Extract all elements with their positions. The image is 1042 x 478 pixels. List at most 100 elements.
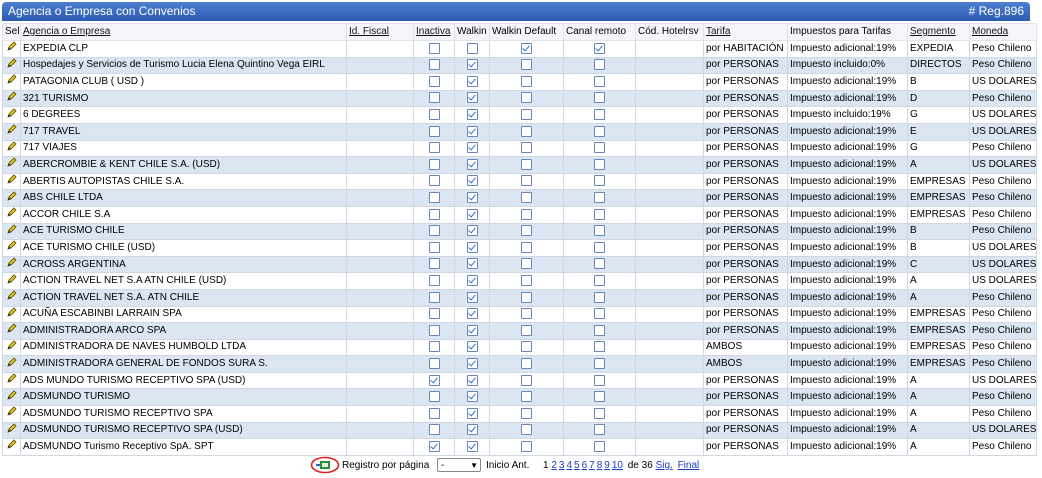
walkin-default-checkbox[interactable] <box>521 308 532 320</box>
select-cell[interactable] <box>2 405 21 423</box>
inactiva-checkbox[interactable] <box>428 125 440 137</box>
walkin-default-checkbox[interactable] <box>521 158 532 170</box>
walkin-default-checkbox[interactable] <box>521 75 532 87</box>
pencil-icon[interactable] <box>6 340 17 355</box>
walkin-default-checkbox[interactable] <box>521 142 532 154</box>
walkin-default-checkbox[interactable] <box>521 424 532 436</box>
table-row[interactable]: ABS CHILE LTDA por PERSONAS Impuesto adici… <box>2 189 1037 207</box>
pencil-icon[interactable] <box>6 406 17 422</box>
canal-remoto-checkbox[interactable] <box>594 241 605 253</box>
inactiva-checkbox[interactable] <box>428 440 440 452</box>
table-row[interactable]: ACTION TRAVEL NET S.A. ATN CHILE por PERS… <box>2 288 1037 307</box>
canal-remoto-checkbox[interactable] <box>594 75 605 87</box>
walkin-default-checkbox[interactable] <box>521 192 532 203</box>
inactiva-checkbox[interactable] <box>428 391 440 403</box>
pencil-icon[interactable] <box>6 41 17 56</box>
inactiva-checkbox[interactable] <box>428 42 440 54</box>
inactiva-checkbox[interactable] <box>428 225 440 237</box>
select-cell[interactable] <box>2 438 21 456</box>
canal-remoto-checkbox[interactable] <box>594 92 605 104</box>
table-row[interactable]: ADMINISTRADORA GENERAL DE FONDOS SURA S.… <box>2 355 1037 373</box>
col-agencia[interactable]: Agencia o Empresa <box>20 23 347 41</box>
table-row[interactable]: ADSMUNDO Turismo Receptivo SpA. SPT por P… <box>2 438 1037 456</box>
inactiva-checkbox[interactable] <box>428 92 440 104</box>
pencil-icon[interactable] <box>6 257 17 272</box>
canal-remoto-checkbox[interactable] <box>594 175 605 187</box>
inactiva-checkbox[interactable] <box>428 308 440 320</box>
walkin-default-checkbox[interactable] <box>521 341 532 353</box>
select-cell[interactable] <box>2 305 21 324</box>
walkin-checkbox[interactable] <box>466 208 478 220</box>
page-link[interactable]: 3 <box>559 460 565 471</box>
canal-remoto-checkbox[interactable] <box>594 125 605 137</box>
walkin-checkbox[interactable] <box>466 59 478 71</box>
walkin-default-checkbox[interactable] <box>521 324 532 336</box>
pencil-icon[interactable] <box>6 273 17 289</box>
pencil-icon[interactable] <box>6 390 17 405</box>
canal-remoto-checkbox[interactable] <box>594 391 605 403</box>
walkin-checkbox[interactable] <box>466 225 478 237</box>
walkin-checkbox[interactable] <box>466 75 478 87</box>
pencil-icon[interactable] <box>6 108 17 123</box>
table-row[interactable]: ADSMUNDO TURISMO RECEPTIVO SPA por PERSON… <box>2 405 1037 423</box>
table-row[interactable]: 6 DEGREES por PERSONAS Impuesto incluido:1… <box>2 106 1037 124</box>
walkin-checkbox[interactable] <box>466 142 478 154</box>
table-row[interactable]: ACTION TRAVEL NET S.A ATN CHILE (USD) por… <box>2 272 1037 290</box>
select-cell[interactable] <box>2 322 21 340</box>
page-link[interactable]: 7 <box>589 460 595 471</box>
select-cell[interactable] <box>2 106 21 124</box>
pencil-icon[interactable] <box>6 174 17 189</box>
walkin-checkbox[interactable] <box>466 192 478 203</box>
table-row[interactable]: ACROSS ARGENTINA por PERSONAS Impuesto adi… <box>2 255 1037 274</box>
col-id-fiscal[interactable]: Id. Fiscal <box>346 23 414 41</box>
select-cell[interactable] <box>2 56 21 75</box>
pencil-icon[interactable] <box>6 124 17 139</box>
walkin-default-checkbox[interactable] <box>521 109 532 121</box>
canal-remoto-checkbox[interactable] <box>594 291 605 303</box>
walkin-default-checkbox[interactable] <box>521 92 532 104</box>
pencil-icon[interactable] <box>6 224 17 239</box>
walkin-checkbox[interactable] <box>466 125 478 137</box>
canal-remoto-checkbox[interactable] <box>594 424 605 436</box>
pencil-icon[interactable] <box>6 58 17 73</box>
last-page-link[interactable]: Final <box>678 460 700 471</box>
inactiva-checkbox[interactable] <box>428 241 440 253</box>
walkin-checkbox[interactable] <box>466 258 478 270</box>
walkin-default-checkbox[interactable] <box>521 274 532 286</box>
select-cell[interactable] <box>2 371 21 390</box>
select-cell[interactable] <box>2 172 21 191</box>
inactiva-checkbox[interactable] <box>428 374 440 386</box>
inactiva-checkbox[interactable] <box>428 324 440 336</box>
table-row[interactable]: 321 TURISMO por PERSONAS Impuesto adiciona… <box>2 89 1037 108</box>
canal-remoto-checkbox[interactable] <box>594 192 605 203</box>
export-excel-icon[interactable] <box>310 456 340 474</box>
inactiva-checkbox[interactable] <box>428 341 440 353</box>
select-cell[interactable] <box>2 222 21 241</box>
page-link[interactable]: 8 <box>597 460 603 471</box>
select-cell[interactable] <box>2 272 21 290</box>
table-row[interactable]: ABERCROMBIE & KENT CHILE S.A. (USD) por P… <box>2 156 1037 174</box>
page-link[interactable]: 9 <box>604 460 610 471</box>
inactiva-checkbox[interactable] <box>428 424 440 436</box>
canal-remoto-checkbox[interactable] <box>594 274 605 286</box>
walkin-default-checkbox[interactable] <box>521 208 532 220</box>
walkin-default-checkbox[interactable] <box>521 291 532 303</box>
select-cell[interactable] <box>2 239 21 257</box>
canal-remoto-checkbox[interactable] <box>594 59 605 71</box>
pencil-icon[interactable] <box>6 190 17 206</box>
table-row[interactable]: ACUÑA ESCABINBI LARRAIN SPA por PERSONAS I… <box>2 305 1037 324</box>
walkin-checkbox[interactable] <box>466 374 478 386</box>
table-row[interactable]: ADMINISTRADORA ARCO SPA por PERSONAS Impue… <box>2 322 1037 340</box>
canal-remoto-checkbox[interactable] <box>594 440 605 452</box>
walkin-default-checkbox[interactable] <box>521 407 532 419</box>
walkin-checkbox[interactable] <box>466 158 478 170</box>
page-link[interactable]: 4 <box>566 460 572 471</box>
canal-remoto-checkbox[interactable] <box>594 341 605 353</box>
inactiva-checkbox[interactable] <box>428 208 440 220</box>
col-inactiva[interactable]: Inactiva <box>413 23 455 41</box>
table-row[interactable]: 717 TRAVEL por PERSONAS Impuesto adicional… <box>2 122 1037 141</box>
pencil-icon[interactable] <box>6 141 17 156</box>
pencil-icon[interactable] <box>6 373 17 388</box>
canal-remoto-checkbox[interactable] <box>594 109 605 121</box>
canal-remoto-checkbox[interactable] <box>594 42 605 54</box>
